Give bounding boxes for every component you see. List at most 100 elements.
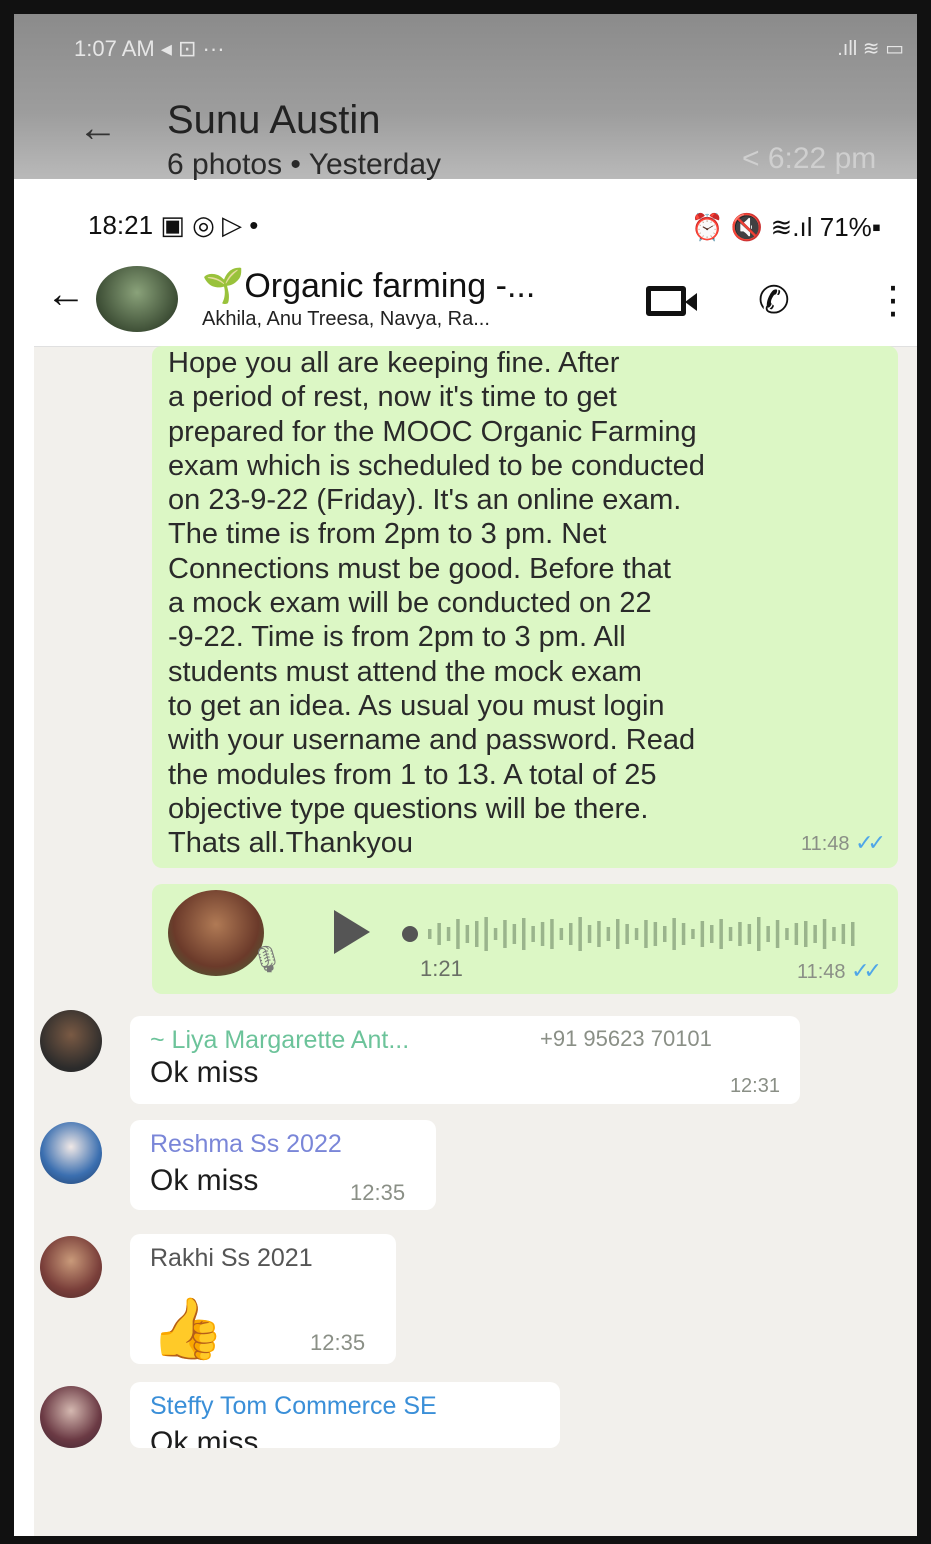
outer-status-right: .ıll ≋ ▭ — [837, 38, 904, 60]
waveform-bar — [719, 919, 723, 949]
more-options-icon[interactable]: ⋮ — [874, 278, 912, 323]
avatar[interactable] — [40, 1010, 102, 1072]
waveform-bar — [540, 922, 545, 946]
waveform-bar — [569, 923, 573, 945]
inner-status-right: ⏰ 🔇 ≋.ıl 71%▪ — [691, 212, 881, 242]
waveform-bar — [625, 924, 629, 944]
group-avatar[interactable] — [96, 266, 178, 332]
message-time: 12:35 — [350, 1180, 406, 1205]
back-arrow-icon[interactable]: ← — [46, 272, 86, 317]
sender-phone: +91 95623 70101 — [540, 1026, 712, 1051]
voice-message[interactable]: 🎙 1:21 11:48 ✓✓ — [152, 884, 898, 994]
sender-name[interactable]: Rakhi Ss 2021 — [150, 1244, 313, 1273]
inner-status-time: 18:21 ▣ ◎ ▷ • — [88, 210, 259, 240]
waveform-bar — [841, 924, 846, 944]
inner-screenshot: 18:21 ▣ ◎ ▷ • ⏰ 🔇 ≋.ıl 71%▪ ← 🌱Organic f… — [34, 190, 917, 1536]
waveform-bar — [606, 927, 611, 941]
outer-contact-name: Sunu Austin — [167, 98, 381, 142]
sender-name[interactable]: Steffy Tom Commerce SE — [150, 1392, 437, 1421]
waveform-bar — [663, 926, 667, 942]
outer-app-header: 1:07 AM ◂ ⊡ ··· .ıll ≋ ▭ ← Sunu Austin 6… — [14, 14, 917, 181]
group-members[interactable]: Akhila, Anu Treesa, Navya, Ra... — [202, 308, 490, 331]
waveform-bar — [672, 918, 676, 950]
waveform-bar — [437, 923, 441, 945]
incoming-message[interactable]: Steffy Tom Commerce SE Ok miss — [130, 1382, 560, 1448]
read-ticks-icon: ✓✓ — [851, 958, 882, 983]
waveform-bar — [550, 919, 554, 949]
waveform-bar — [578, 917, 582, 951]
waveform-bar — [700, 921, 705, 947]
waveform-bar — [785, 928, 789, 940]
waveform-bar — [813, 925, 817, 943]
waveform-bar — [757, 917, 761, 951]
waveform-bar — [822, 919, 827, 949]
outer-status-left: 1:07 AM ◂ ⊡ ··· — [74, 36, 225, 62]
waveform[interactable] — [402, 914, 862, 954]
message-time: 12:35 — [310, 1330, 366, 1355]
chat-area: Hope you all are keeping fine. After a p… — [34, 346, 917, 1536]
waveform-bar — [738, 922, 742, 946]
outer-status-icons: ◂ ⊡ ··· — [160, 36, 225, 61]
waveform-bar — [653, 922, 658, 946]
video-call-icon[interactable] — [646, 286, 697, 316]
incoming-message[interactable]: Reshma Ss 2022 Ok miss 12:35 — [130, 1120, 436, 1210]
waveform-bar — [428, 929, 432, 939]
outer-status-bar: 1:07 AM ◂ ⊡ ··· .ıll ≋ ▭ — [74, 36, 904, 66]
waveform-bar — [691, 929, 695, 939]
waveform-bar — [681, 923, 686, 945]
message-text: Hope you all are keeping fine. After a p… — [168, 347, 705, 860]
waveform-bar — [832, 927, 836, 941]
waveform-bar — [794, 923, 799, 945]
outer-subtitle: 6 photos • Yesterday — [167, 148, 442, 181]
waveform-bar — [775, 920, 780, 948]
waveform-bar — [616, 919, 620, 949]
mic-icon: 🎙 — [250, 944, 284, 974]
waveform-bar — [522, 918, 526, 950]
waveform-bar — [456, 919, 460, 949]
message-time: 11:48 ✓✓ — [800, 830, 886, 855]
message-text: Ok miss — [150, 1056, 259, 1089]
outer-status-time: 1:07 AM — [74, 36, 155, 61]
message-text: Ok miss — [150, 1164, 259, 1197]
waveform-bar — [728, 927, 733, 941]
waveform-bar — [634, 928, 639, 940]
waveform-bar — [484, 917, 488, 951]
voice-duration: 1:21 — [420, 956, 463, 981]
waveform-bar — [851, 922, 855, 946]
thumbs-up-icon: 👍 — [150, 1295, 225, 1362]
sender-name[interactable]: ~ Liya Margarette Ant... — [150, 1026, 409, 1055]
waveform-bar — [503, 920, 507, 948]
message-text: Ok miss — [150, 1426, 259, 1448]
waveform-thumb[interactable] — [402, 926, 418, 942]
chat-header: ← 🌱Organic farming -... Akhila, Anu Tree… — [34, 260, 917, 347]
phone-call-icon[interactable]: ✆ — [758, 278, 790, 323]
waveform-bar — [587, 925, 592, 943]
read-ticks-icon: ✓✓ — [855, 830, 886, 855]
back-arrow-icon[interactable]: ← — [78, 106, 118, 151]
waveform-bar — [531, 926, 535, 942]
message-time: 12:31 — [729, 1075, 780, 1097]
waveform-bar — [493, 928, 498, 940]
waveform-bar — [465, 925, 470, 943]
group-title[interactable]: 🌱Organic farming -... — [202, 266, 535, 306]
sender-name[interactable]: Reshma Ss 2022 — [150, 1130, 342, 1159]
inner-status-bar: 18:21 ▣ ◎ ▷ • ⏰ 🔇 ≋.ıl 71%▪ — [34, 190, 917, 260]
incoming-message[interactable]: Rakhi Ss 2021 👍 12:35 — [130, 1234, 396, 1364]
play-icon[interactable] — [334, 910, 370, 954]
announcement-message[interactable]: Hope you all are keeping fine. After a p… — [152, 346, 898, 868]
waveform-bar — [559, 928, 564, 940]
waveform-bar — [475, 921, 479, 947]
waveform-bar — [644, 920, 648, 948]
avatar[interactable] — [40, 1122, 102, 1184]
avatar[interactable] — [40, 1386, 102, 1448]
waveform-bar — [804, 921, 808, 947]
incoming-message[interactable]: ~ Liya Margarette Ant... +91 95623 70101… — [130, 1016, 800, 1104]
waveform-bar — [512, 924, 517, 944]
outer-time: < 6:22 pm — [742, 142, 877, 175]
waveform-bar — [766, 926, 770, 942]
waveform-bar — [710, 925, 714, 943]
voice-time: 11:48 ✓✓ — [796, 958, 882, 983]
waveform-bar — [446, 927, 451, 941]
waveform-bar — [747, 924, 752, 944]
avatar[interactable] — [40, 1236, 102, 1298]
